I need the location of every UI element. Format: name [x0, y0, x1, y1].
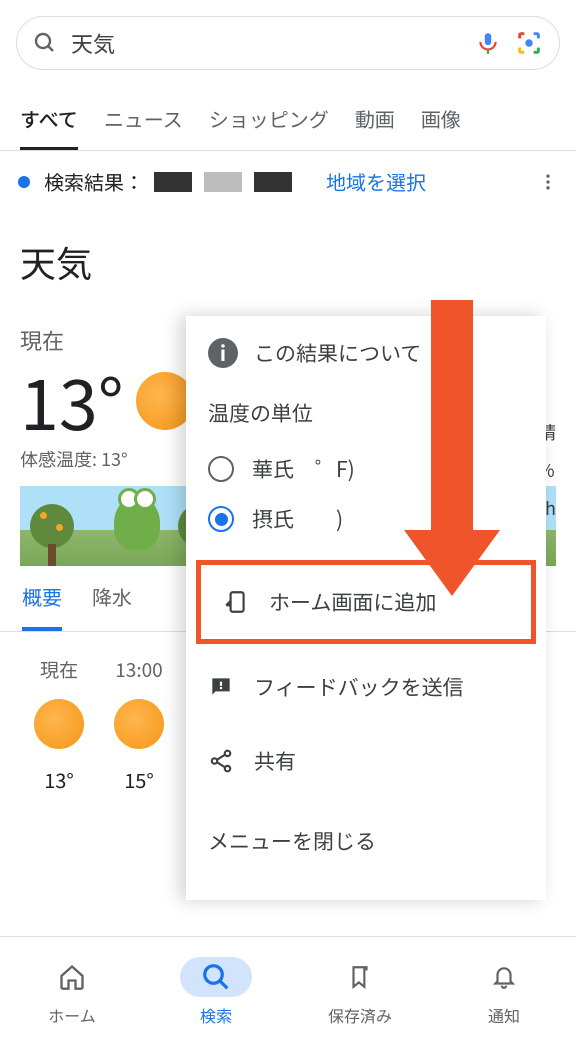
menu-label: フィードバックを送信	[254, 672, 464, 702]
share-icon	[208, 748, 234, 774]
nav-home[interactable]: ホーム	[36, 957, 108, 1027]
search-icon	[33, 31, 57, 55]
nav-label: ホーム	[48, 1003, 96, 1027]
radio-checked-icon	[208, 506, 234, 532]
category-tabs: すべて ニュース ショッピング 動画 画像	[0, 82, 576, 151]
search-bar[interactable]: 天気	[16, 16, 560, 70]
location-prefix: 検索結果：	[44, 167, 144, 196]
hour-temp: 15°	[124, 765, 154, 794]
menu-feedback[interactable]: フィードバックを送信	[186, 650, 546, 724]
feedback-icon	[208, 674, 234, 700]
mic-icon[interactable]	[475, 30, 501, 56]
subtab-precip[interactable]: 降水	[92, 582, 132, 631]
add-to-home-icon	[223, 589, 249, 615]
tab-shopping[interactable]: ショッピング	[209, 104, 329, 150]
info-icon: i	[208, 338, 238, 368]
radio-label: 摂氏 )	[252, 504, 343, 534]
sun-icon	[114, 699, 164, 749]
sun-icon	[34, 699, 84, 749]
current-temp: 13°	[20, 366, 124, 436]
menu-close[interactable]: メニューを閉じる	[186, 798, 546, 878]
redacted-block	[254, 172, 292, 192]
radio-unchecked-icon	[208, 456, 234, 482]
tab-all[interactable]: すべて	[20, 104, 78, 150]
hour-13: 13:00 15°	[114, 656, 164, 794]
menu-share[interactable]: 共有	[186, 724, 546, 798]
location-dot-icon	[18, 176, 30, 188]
tab-video[interactable]: 動画	[355, 104, 395, 150]
location-row: 検索結果： 地域を選択	[0, 151, 576, 212]
lens-icon[interactable]	[515, 29, 543, 57]
more-vert-icon[interactable]	[538, 172, 558, 192]
search-query[interactable]: 天気	[71, 27, 461, 59]
sun-icon	[136, 372, 194, 430]
nav-label: 保存済み	[328, 1003, 392, 1027]
bottom-nav: ホーム 検索 保存済み 通知	[0, 936, 576, 1040]
annotation-arrow	[404, 300, 500, 596]
redacted-block	[204, 172, 242, 192]
menu-label: 共有	[254, 746, 296, 776]
hour-label: 現在	[40, 656, 78, 683]
nav-search[interactable]: 検索	[180, 957, 252, 1027]
menu-label: メニューを閉じる	[208, 826, 376, 856]
redacted-block	[154, 172, 192, 192]
nav-label: 検索	[200, 1003, 232, 1027]
frog-character	[114, 496, 160, 550]
hour-label: 13:00	[115, 656, 162, 683]
nav-saved[interactable]: 保存済み	[324, 957, 396, 1027]
hour-now: 現在 13°	[34, 656, 84, 794]
menu-label: この結果について	[254, 338, 421, 368]
choose-region-link[interactable]: 地域を選択	[326, 167, 426, 196]
subtab-overview[interactable]: 概要	[22, 582, 62, 631]
radio-label: 華氏 ゜F)	[252, 454, 355, 484]
tab-news[interactable]: ニュース	[104, 104, 183, 150]
nav-notify[interactable]: 通知	[468, 957, 540, 1027]
weather-title: 天気	[20, 236, 556, 288]
hour-temp: 13°	[44, 765, 74, 794]
nav-label: 通知	[488, 1003, 520, 1027]
tab-image[interactable]: 画像	[421, 104, 461, 150]
